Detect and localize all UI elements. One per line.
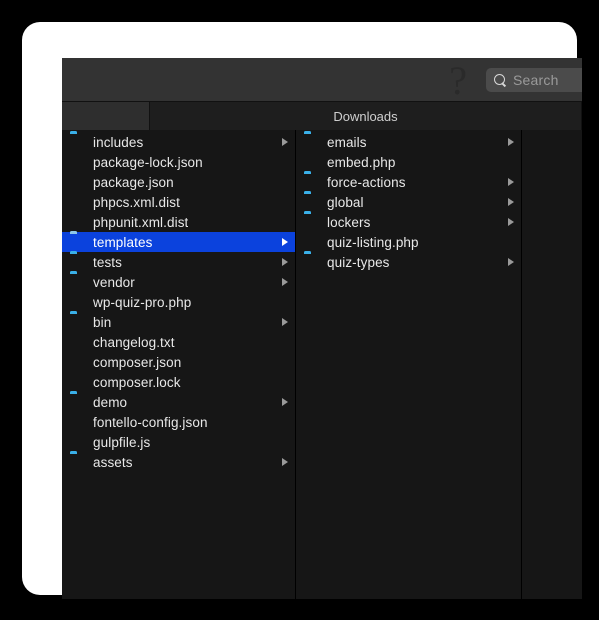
search-icon [494,73,507,87]
list-item-label: quiz-types [327,254,390,270]
column-browser: includes package-lock.json package.json php… [62,130,582,599]
help-icon[interactable]: ? [449,59,467,103]
list-item[interactable]: includes [62,132,295,152]
list-item[interactable]: composer.lock [62,372,295,392]
folder-icon [70,394,85,411]
folder-icon [70,254,85,271]
list-item-label: package.json [93,174,174,190]
list-item-label: includes [93,134,144,150]
list-item[interactable]: demo [62,392,295,412]
chevron-right-icon [508,138,514,146]
search-input[interactable]: Search [513,72,559,88]
folder-icon [304,214,319,231]
list-item[interactable]: force-actions [296,172,521,192]
list-item[interactable]: phpunit.xml.dist [62,212,295,232]
folder-icon [70,314,85,331]
chevron-right-icon [508,178,514,186]
chevron-right-icon [508,198,514,206]
chevron-right-icon [282,398,288,406]
chevron-right-icon [282,318,288,326]
list-item[interactable]: global [296,192,521,212]
code-file-icon [70,214,85,231]
list-item-label: global [327,194,364,210]
chevron-right-icon [282,458,288,466]
folder-icon [70,234,85,251]
doc-file-icon [70,374,85,391]
folder-icon [70,454,85,471]
tab-active[interactable] [62,102,150,130]
list-item[interactable]: lockers [296,212,521,232]
list-item-selected[interactable]: templates [62,232,295,252]
list-item[interactable]: embed.php [296,152,521,172]
list-item[interactable]: quiz-types [296,252,521,272]
list-item[interactable]: assets [62,452,295,472]
list-item[interactable]: changelog.txt [62,332,295,352]
window-toolbar: ? Search [62,58,582,103]
code-file-icon [70,194,85,211]
list-item-label: assets [93,454,133,470]
list-item-label: composer.lock [93,374,181,390]
list-item[interactable]: tests [62,252,295,272]
list-item-label: quiz-listing.php [327,234,419,250]
list-item[interactable]: fontello-config.json [62,412,295,432]
json-file-icon [70,414,85,431]
chevron-right-icon [508,218,514,226]
list-item-label: phpcs.xml.dist [93,194,180,210]
list-item[interactable]: vendor [62,272,295,292]
code-file-icon [304,234,319,251]
folder-icon [70,274,85,291]
folder-icon [304,134,319,151]
file-browser-window: ? Search Downloads includes package-lock.… [62,58,582,599]
folder-icon [304,194,319,211]
list-item-label: tests [93,254,123,270]
json-file-icon [70,174,85,191]
chevron-right-icon [282,138,288,146]
list-item-label: demo [93,394,128,410]
folder-icon [304,174,319,191]
list-item[interactable]: composer.json [62,352,295,372]
list-item[interactable]: gulpfile.js [62,432,295,452]
list-item-label: changelog.txt [93,334,175,350]
list-item-label: fontello-config.json [93,414,208,430]
list-item-label: gulpfile.js [93,434,151,450]
tab-downloads[interactable]: Downloads [150,102,582,130]
code-file-icon [304,154,319,171]
screen: ? Search Downloads includes package-lock.… [0,0,599,620]
file-column-1[interactable]: includes package-lock.json package.json php… [62,130,296,599]
list-item[interactable]: emails [296,132,521,152]
file-column-2[interactable]: emails embed.php force-actions global locker… [296,130,522,599]
list-item-label: phpunit.xml.dist [93,214,189,230]
list-item-label: lockers [327,214,371,230]
list-item-label: composer.json [93,354,182,370]
list-item[interactable]: phpcs.xml.dist [62,192,295,212]
chevron-right-icon [282,258,288,266]
list-item-label: wp-quiz-pro.php [93,294,192,310]
chevron-right-icon [282,278,288,286]
json-file-icon [70,354,85,371]
list-item-label: templates [93,234,153,250]
code-file-icon [70,434,85,451]
list-item[interactable]: bin [62,312,295,332]
list-item[interactable]: package-lock.json [62,152,295,172]
folder-icon [70,134,85,151]
list-item-label: package-lock.json [93,154,203,170]
doc-file-icon [70,334,85,351]
list-item-label: embed.php [327,154,396,170]
folder-icon [304,254,319,271]
tab-bar: Downloads [62,102,582,130]
chevron-right-icon [508,258,514,266]
list-item-label: bin [93,314,112,330]
chevron-right-icon [282,238,288,246]
list-item-label: force-actions [327,174,406,190]
list-item[interactable]: wp-quiz-pro.php [62,292,295,312]
list-item-label: emails [327,134,367,150]
list-item[interactable]: package.json [62,172,295,192]
list-item-label: vendor [93,274,135,290]
file-column-3[interactable] [522,130,582,599]
search-field[interactable]: Search [486,68,582,92]
json-file-icon [70,154,85,171]
code-file-icon [70,294,85,311]
list-item[interactable]: quiz-listing.php [296,232,521,252]
window-frame: ? Search Downloads includes package-lock.… [22,22,582,599]
